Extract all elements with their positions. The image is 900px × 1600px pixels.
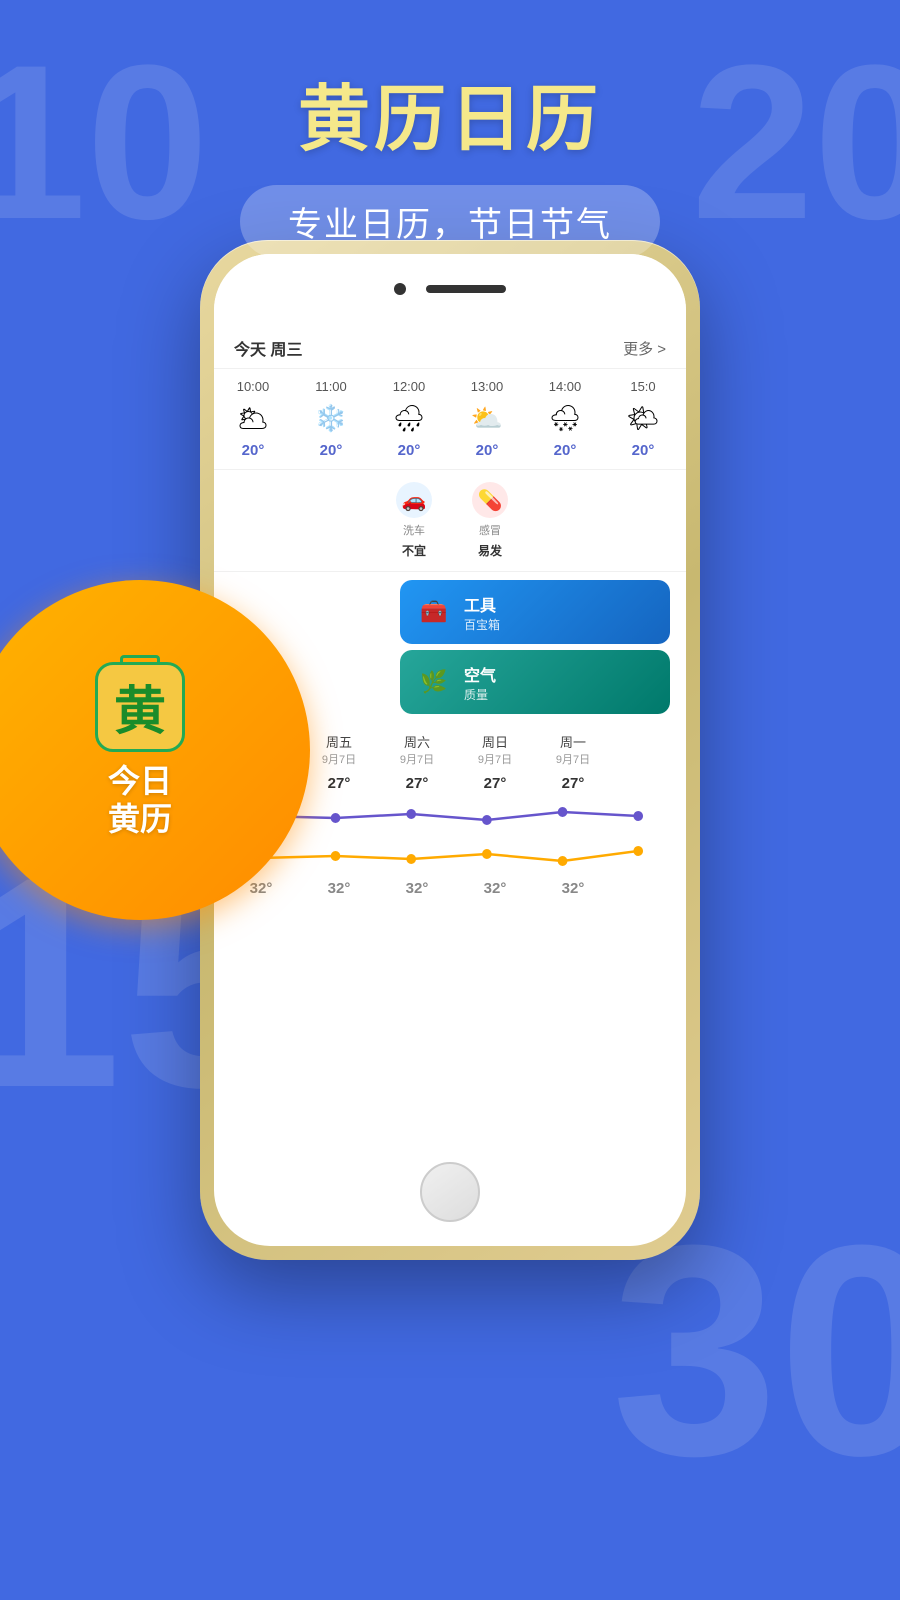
hour-time: 13:00 [471, 379, 504, 394]
speaker-icon [426, 285, 506, 293]
header-area: 黄历日历 专业日历，节日节气 [0, 60, 900, 258]
day-date: 9月7日 [534, 751, 612, 767]
day-name: 周一 [534, 732, 612, 751]
hour-item: 12:00 🌧 20° [370, 379, 448, 459]
weather-icon: 🌤 [625, 400, 661, 436]
day-name: 周五 [300, 732, 378, 751]
hour-temp: 20° [320, 442, 343, 459]
cold-label: 感冒 [479, 522, 501, 538]
cold-icon: 💊 [472, 482, 508, 518]
calendar-hook-decoration [120, 655, 160, 665]
air-sublabel: 质量 [464, 686, 496, 703]
high-temp: 27° [378, 775, 456, 792]
week-day: 周六 9月7日 [378, 732, 456, 767]
weather-icon: 🌥 [235, 400, 271, 436]
hour-item: 10:00 🌥 20° [214, 379, 292, 459]
low-temp: 32° [378, 880, 456, 897]
life-item-carwash: 🚗 洗车 不宜 [384, 482, 444, 559]
low-temp: 32° [534, 880, 612, 897]
camera-icon [394, 283, 406, 295]
high-temp: 27° [456, 775, 534, 792]
main-title: 黄历日历 [0, 60, 900, 165]
cold-value: 易发 [478, 542, 502, 559]
circle-content: 黄 今日 黄历 [95, 662, 185, 839]
day-date: 9月7日 [456, 751, 534, 767]
life-item-cold: 💊 感冒 易发 [460, 482, 520, 559]
air-label: 空气 [464, 662, 496, 686]
carwash-value: 不宜 [402, 542, 426, 559]
circle-label: 今日 黄历 [108, 762, 172, 839]
hour-item: 13:00 ⛅ 20° [448, 379, 526, 459]
hour-temp: 20° [398, 442, 421, 459]
hour-item: 11:00 ❄️ 20° [292, 379, 370, 459]
air-quality-button[interactable]: 🌿 空气 质量 [400, 650, 670, 714]
hourly-weather-strip: 10:00 🌥 20° 11:00 ❄️ 20° 12:00 🌧 20° [214, 369, 686, 470]
subtitle-pill: 专业日历，节日节气 [240, 185, 660, 258]
hour-time: 15:0 [630, 379, 655, 394]
hour-time: 12:00 [393, 379, 426, 394]
day-name: 周日 [456, 732, 534, 751]
calendar-icon-box: 黄 [95, 662, 185, 752]
day-date: 9月7日 [378, 751, 456, 767]
low-temp: 32° [300, 880, 378, 897]
week-day: 周一 9月7日 [534, 732, 612, 767]
hour-item: 14:00 🌨 20° [526, 379, 604, 459]
weather-icon: ❄️ [313, 400, 349, 436]
high-temp: 27° [300, 775, 378, 792]
week-low-temps: 32° 32° 32° 32° 32° [214, 880, 686, 905]
hour-temp: 20° [242, 442, 265, 459]
more-link[interactable]: 更多 > [623, 338, 666, 359]
phone-top-bar [214, 254, 686, 324]
tools-text-col: 工具 百宝箱 [464, 592, 500, 633]
hour-temp: 20° [632, 442, 655, 459]
tools-icon: 🧰 [416, 594, 452, 630]
weather-icon: 🌨 [547, 400, 583, 436]
carwash-label: 洗车 [403, 522, 425, 538]
weather-icon: 🌧 [391, 400, 427, 436]
weather-icon: ⛅ [469, 400, 505, 436]
air-icon: 🌿 [416, 664, 452, 700]
life-index-row: 🚗 洗车 不宜 💊 感冒 易发 [214, 470, 686, 572]
low-temp: 32° [456, 880, 534, 897]
hour-time: 10:00 [237, 379, 270, 394]
car-wash-icon: 🚗 [396, 482, 432, 518]
hour-time: 11:00 [315, 379, 347, 394]
week-day: 周日 9月7日 [456, 732, 534, 767]
air-text-col: 空气 质量 [464, 662, 496, 703]
hour-item: 15:0 🌤 20° [604, 379, 682, 459]
calendar-char: 黄 [114, 669, 166, 744]
day-name: 周六 [378, 732, 456, 751]
week-day: 周五 9月7日 [300, 732, 378, 767]
hour-temp: 20° [476, 442, 499, 459]
tools-button[interactable]: 🧰 工具 百宝箱 [400, 580, 670, 644]
tools-label: 工具 [464, 592, 500, 616]
day-date: 9月7日 [300, 751, 378, 767]
hour-temp: 20° [554, 442, 577, 459]
circle-label-line1: 今日 [108, 763, 172, 799]
circle-label-line2: 黄历 [108, 801, 172, 837]
high-temp: 27° [534, 775, 612, 792]
today-label: 今天 周三 [234, 336, 302, 360]
hour-time: 14:00 [549, 379, 582, 394]
tools-sublabel: 百宝箱 [464, 616, 500, 633]
home-button[interactable] [420, 1162, 480, 1222]
weather-header: 今天 周三 更多 > [214, 324, 686, 369]
